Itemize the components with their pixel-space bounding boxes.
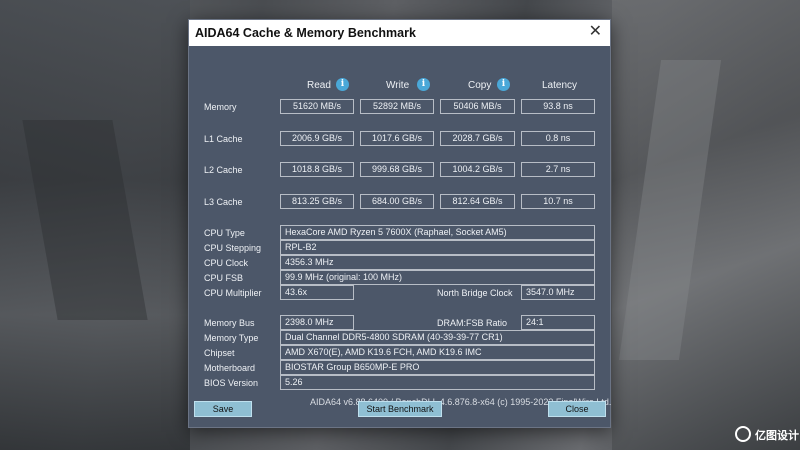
l2-latency-value: 2.7 ns: [521, 162, 595, 177]
bios-version-value: 5.26: [280, 375, 595, 390]
cpu-fsb-label: CPU FSB: [204, 273, 244, 283]
l3-read-value: 813.25 GB/s: [280, 194, 354, 209]
cpu-stepping-label: CPU Stepping: [204, 243, 262, 253]
l3-write-value: 684.00 GB/s: [360, 194, 434, 209]
motherboard-value: BIOSTAR Group B650MP-E PRO: [280, 360, 595, 375]
close-button[interactable]: Close: [548, 401, 606, 417]
window-content: Read i Write i Copy i Latency Memory 516…: [189, 46, 611, 427]
cpu-type-value: HexaCore AMD Ryzen 5 7600X (Raphael, Soc…: [280, 225, 595, 240]
memory-latency-value: 93.8 ns: [521, 99, 595, 114]
title-bar[interactable]: AIDA64 Cache & Memory Benchmark ✕: [189, 20, 610, 46]
dram-fsb-ratio-value: 24:1: [521, 315, 595, 330]
column-header-latency: Latency: [542, 80, 578, 91]
row-label-memory: Memory: [204, 102, 237, 112]
row-label-l2-cache: L2 Cache: [204, 165, 243, 175]
memory-bus-label: Memory Bus: [204, 318, 255, 328]
l2-copy-value: 1004.2 GB/s: [440, 162, 515, 177]
chipset-label: Chipset: [204, 348, 235, 358]
memory-type-label: Memory Type: [204, 333, 259, 343]
cpu-type-label: CPU Type: [204, 228, 245, 238]
l1-write-value: 1017.6 GB/s: [360, 131, 434, 146]
cpu-clock-label: CPU Clock: [204, 258, 249, 268]
column-header-copy: Copy: [468, 80, 492, 91]
save-button[interactable]: Save: [194, 401, 252, 417]
memory-copy-value: 50406 MB/s: [440, 99, 515, 114]
memory-read-value: 51620 MB/s: [280, 99, 354, 114]
column-header-read: Read: [307, 80, 331, 91]
motherboard-label: Motherboard: [204, 363, 256, 373]
l2-write-value: 999.68 GB/s: [360, 162, 434, 177]
cpu-fsb-value: 99.9 MHz (original: 100 MHz): [280, 270, 595, 285]
north-bridge-clock-value: 3547.0 MHz: [521, 285, 595, 300]
row-label-l3-cache: L3 Cache: [204, 197, 243, 207]
memory-write-value: 52892 MB/s: [360, 99, 434, 114]
l1-copy-value: 2028.7 GB/s: [440, 131, 515, 146]
benchmark-window: AIDA64 Cache & Memory Benchmark ✕ Read i…: [188, 19, 611, 428]
chipset-value: AMD X670(E), AMD K19.6 FCH, AMD K19.6 IM…: [280, 345, 595, 360]
north-bridge-clock-label: North Bridge Clock: [437, 288, 513, 298]
l1-read-value: 2006.9 GB/s: [280, 131, 354, 146]
cpu-multiplier-label: CPU Multiplier: [204, 288, 262, 298]
watermark-text: 亿图设计: [755, 430, 799, 442]
read-info-icon[interactable]: i: [336, 78, 349, 91]
l3-latency-value: 10.7 ns: [521, 194, 595, 209]
l3-copy-value: 812.64 GB/s: [440, 194, 515, 209]
l2-read-value: 1018.8 GB/s: [280, 162, 354, 177]
row-label-l1-cache: L1 Cache: [204, 134, 243, 144]
dram-fsb-ratio-label: DRAM:FSB Ratio: [437, 318, 508, 328]
memory-type-value: Dual Channel DDR5-4800 SDRAM (40-39-39-7…: [280, 330, 595, 345]
watermark-logo-icon: [735, 426, 751, 442]
cpu-clock-value: 4356.3 MHz: [280, 255, 595, 270]
copy-info-icon[interactable]: i: [497, 78, 510, 91]
l1-latency-value: 0.8 ns: [521, 131, 595, 146]
write-info-icon[interactable]: i: [417, 78, 430, 91]
close-window-icon[interactable]: ✕: [589, 23, 602, 41]
start-benchmark-button[interactable]: Start Benchmark: [358, 401, 442, 417]
column-header-write: Write: [386, 80, 410, 91]
window-title: AIDA64 Cache & Memory Benchmark: [195, 26, 416, 40]
cpu-multiplier-value: 43.6x: [280, 285, 354, 300]
cpu-stepping-value: RPL-B2: [280, 240, 595, 255]
watermark: 亿图设计: [735, 424, 799, 446]
memory-bus-value: 2398.0 MHz: [280, 315, 354, 330]
bios-version-label: BIOS Version: [204, 378, 259, 388]
